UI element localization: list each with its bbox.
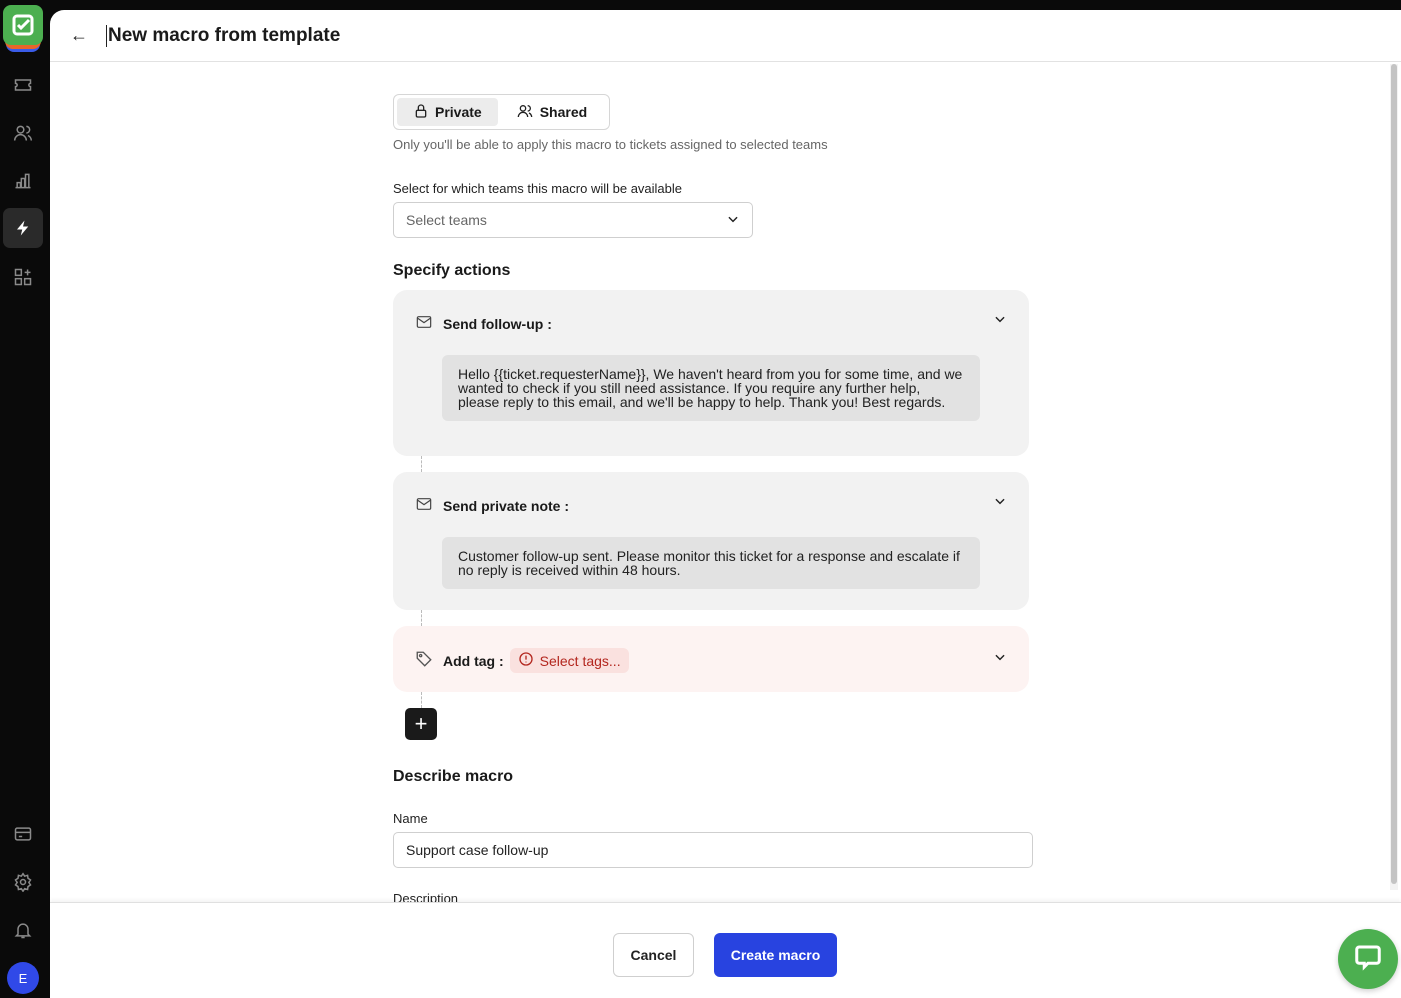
cancel-button[interactable]: Cancel <box>613 933 694 977</box>
mail-icon <box>415 314 433 333</box>
page-title: New macro from template <box>106 24 341 47</box>
chevron-down-icon[interactable] <box>993 650 1007 669</box>
back-arrow-icon[interactable]: ← <box>70 25 88 46</box>
describe-heading: Describe macro <box>393 768 514 785</box>
teams-select[interactable]: Select teams <box>393 202 753 238</box>
chevron-down-icon <box>726 212 740 229</box>
sidebar-reports-icon[interactable] <box>3 161 43 201</box>
tag-icon <box>415 650 433 671</box>
private-option[interactable]: Private <box>397 98 498 126</box>
sidebar-macros-icon[interactable] <box>3 208 43 248</box>
select-tags-chip[interactable]: Select tags... <box>509 648 629 673</box>
lock-icon <box>413 103 429 122</box>
page-header: ← New macro from template <box>50 10 1401 62</box>
footer: Cancel Create macro <box>50 902 1401 998</box>
connector-line <box>421 456 422 472</box>
action-card-follow-up[interactable]: Send follow-up : Hello {{ticket.requeste… <box>393 290 1029 456</box>
action-message[interactable]: Customer follow-up sent. Please monitor … <box>442 537 980 589</box>
sidebar-apps-icon[interactable] <box>3 257 43 297</box>
sidebar-billing-icon[interactable] <box>3 814 43 854</box>
action-card-private-note[interactable]: Send private note : Customer follow-up s… <box>393 472 1029 610</box>
mail-icon <box>415 496 433 515</box>
teams-label: Select for which teams this macro will b… <box>393 181 683 196</box>
sidebar: E <box>0 0 50 998</box>
visibility-toggle: Private Shared <box>393 94 610 130</box>
error-icon <box>518 651 534 670</box>
user-avatar[interactable]: E <box>7 962 39 994</box>
teams-placeholder: Select teams <box>406 212 487 228</box>
app-logo[interactable] <box>3 5 43 52</box>
add-action-button[interactable]: + <box>405 708 437 740</box>
visibility-hint: Only you'll be able to apply this macro … <box>393 137 828 152</box>
action-message[interactable]: Hello {{ticket.requesterName}}, We haven… <box>442 355 980 421</box>
chevron-down-icon[interactable] <box>993 494 1007 513</box>
chevron-down-icon[interactable] <box>993 312 1007 331</box>
sidebar-notifications-icon[interactable] <box>3 910 43 950</box>
sidebar-settings-icon[interactable] <box>3 862 43 902</box>
create-macro-button[interactable]: Create macro <box>714 933 837 977</box>
sidebar-users-icon[interactable] <box>3 113 43 153</box>
action-card-add-tag[interactable]: Add tag : Select tags... <box>393 626 1029 692</box>
name-input[interactable]: Support case follow-up <box>393 832 1033 868</box>
chat-widget-button[interactable] <box>1338 929 1398 989</box>
connector-line <box>421 610 422 626</box>
users-icon <box>516 103 534 122</box>
action-label: Add tag : <box>443 652 504 669</box>
connector-line <box>421 692 422 708</box>
sidebar-tickets-icon[interactable] <box>3 65 43 105</box>
action-label: Send private note : <box>443 497 570 514</box>
main-panel: ← New macro from template Private Shared… <box>50 10 1401 998</box>
action-label: Send follow-up : <box>443 315 552 332</box>
scrollbar[interactable] <box>1390 64 1398 890</box>
actions-heading: Specify actions <box>393 262 511 279</box>
chat-bubble-icon <box>1353 942 1383 977</box>
shared-option[interactable]: Shared <box>500 98 603 126</box>
name-label: Name <box>393 811 428 826</box>
